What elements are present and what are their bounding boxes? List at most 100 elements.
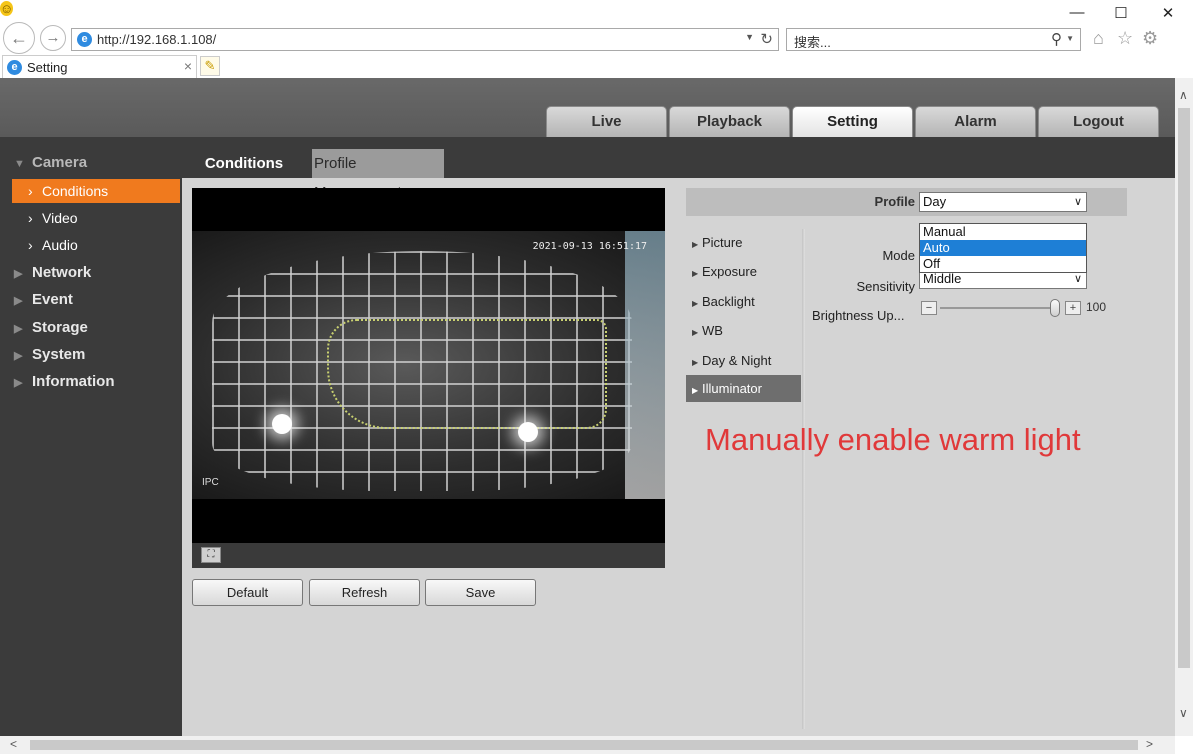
sidebar-item-event[interactable]: ▶ Event bbox=[14, 291, 73, 308]
sidebar-item-label: Conditions bbox=[42, 183, 109, 199]
mode-option-auto[interactable]: Auto bbox=[920, 240, 1086, 256]
scrollbar-thumb[interactable] bbox=[30, 740, 1138, 750]
default-button[interactable]: Default bbox=[192, 579, 303, 606]
gear-icon[interactable]: ⚙ bbox=[1142, 28, 1158, 49]
mode-option-off[interactable]: Off bbox=[920, 256, 1086, 272]
sidebar-item-label: Information bbox=[32, 373, 115, 390]
nav-wb[interactable]: ▶ WB bbox=[686, 317, 801, 344]
chevron-right-icon[interactable]: > bbox=[1146, 737, 1153, 751]
nav-label: Backlight bbox=[702, 294, 755, 309]
browser-toolbar: ← → e http://192.168.1.108/ ▼ ↻ 搜索... ⚲ … bbox=[0, 0, 1193, 78]
sidebar-item-camera[interactable]: ▼ Camera bbox=[14, 154, 87, 171]
tab-profile-management[interactable]: Profile Management bbox=[312, 149, 444, 201]
horizontal-scrollbar[interactable]: < > bbox=[0, 736, 1175, 754]
nav-day-night[interactable]: ▶ Day & Night bbox=[686, 347, 801, 374]
chevron-up-icon[interactable]: ∧ bbox=[1179, 88, 1188, 102]
nav-backlight[interactable]: ▶ Backlight bbox=[686, 288, 801, 315]
lamp bbox=[272, 414, 292, 434]
sensitivity-value: Middle bbox=[923, 271, 962, 286]
nav-picture[interactable]: ▶ Picture bbox=[686, 229, 801, 256]
nav-label: WB bbox=[702, 323, 723, 338]
fullscreen-icon[interactable]: ⛶ bbox=[201, 547, 221, 563]
sidebar: ▼ Camera › Conditions › Video › Audio ▶ Netwo… bbox=[0, 137, 182, 736]
close-icon[interactable]: ✕ bbox=[1158, 4, 1178, 22]
refresh-icon[interactable]: ↻ bbox=[760, 30, 773, 48]
caret-right-icon: ▶ bbox=[692, 299, 699, 308]
search-placeholder: 搜索... bbox=[794, 35, 831, 50]
sidebar-item-audio[interactable]: › Audio bbox=[12, 233, 180, 257]
forward-arrow-icon[interactable]: → bbox=[40, 25, 66, 51]
brightness-slider-track[interactable] bbox=[940, 307, 1060, 309]
caret-right-icon: ▶ bbox=[14, 323, 23, 335]
refresh-button[interactable]: Refresh bbox=[309, 579, 420, 606]
sidebar-item-label: Storage bbox=[32, 319, 88, 336]
maximize-icon[interactable]: ☐ bbox=[1111, 4, 1131, 22]
sidebar-item-information[interactable]: ▶ Information bbox=[14, 373, 115, 390]
tab-logout[interactable]: Logout bbox=[1038, 106, 1159, 137]
caret-right-icon: ▶ bbox=[692, 358, 699, 367]
url-text[interactable]: http://192.168.1.108/ bbox=[97, 32, 216, 47]
vine-decoration bbox=[327, 319, 607, 429]
ie-icon: e bbox=[7, 60, 22, 75]
profile-value: Day bbox=[923, 194, 947, 209]
vertical-scrollbar[interactable]: ∧ ∨ bbox=[1175, 78, 1193, 736]
annotation-text: Manually enable warm light bbox=[705, 422, 1081, 457]
nav-label: Exposure bbox=[702, 264, 757, 279]
save-button[interactable]: Save bbox=[425, 579, 536, 606]
smiley-icon[interactable]: ☺ bbox=[0, 1, 14, 16]
star-icon[interactable]: ☆ bbox=[1117, 28, 1133, 49]
browser-tab[interactable]: e Setting × bbox=[2, 55, 197, 78]
close-tab-icon[interactable]: × bbox=[184, 58, 192, 74]
new-tab-icon[interactable]: ✎ bbox=[200, 56, 220, 76]
chevron-down-icon[interactable]: ▼ bbox=[745, 32, 754, 42]
profile-label: Profile bbox=[874, 194, 915, 209]
camera-image: 2021-09-13 16:51:17 IPC bbox=[192, 231, 665, 499]
chevron-down-icon[interactable]: ∨ bbox=[1179, 706, 1188, 720]
home-icon[interactable]: ⌂ bbox=[1093, 28, 1104, 49]
content-panel: Conditions Profile Management 2021-09-13… bbox=[182, 149, 1175, 736]
chevron-down-icon[interactable]: ▼ bbox=[1066, 34, 1074, 43]
tab-title: Setting bbox=[27, 60, 68, 75]
tab-setting[interactable]: Setting bbox=[792, 106, 913, 137]
sidebar-item-label: Audio bbox=[42, 237, 78, 253]
scrollbar-thumb[interactable] bbox=[1178, 108, 1190, 668]
mode-dropdown-list[interactable]: Manual Auto Off bbox=[919, 223, 1087, 273]
search-icon[interactable]: ⚲ bbox=[1051, 30, 1062, 48]
caret-right-icon: ▶ bbox=[14, 268, 23, 280]
minimize-icon[interactable]: — bbox=[1067, 4, 1087, 21]
chevron-left-icon[interactable]: < bbox=[10, 737, 17, 751]
back-arrow-icon[interactable]: ← bbox=[3, 22, 35, 54]
caret-right-icon: ▶ bbox=[692, 328, 699, 337]
chevron-down-icon: ∨ bbox=[1073, 196, 1082, 208]
profile-select[interactable]: Day ∨ bbox=[919, 192, 1087, 212]
plus-icon[interactable]: + bbox=[1065, 301, 1081, 315]
nav-exposure[interactable]: ▶ Exposure bbox=[686, 258, 801, 285]
header-band: Live Playback Setting Alarm Logout bbox=[0, 78, 1175, 137]
tab-playback[interactable]: Playback bbox=[669, 106, 790, 137]
nav-illuminator[interactable]: ▶ Illuminator bbox=[686, 375, 801, 402]
brightness-slider-thumb[interactable] bbox=[1050, 299, 1060, 317]
minus-icon[interactable]: − bbox=[921, 301, 937, 315]
tab-alarm[interactable]: Alarm bbox=[915, 106, 1036, 137]
caret-right-icon: ▶ bbox=[14, 295, 23, 307]
nav-label: Picture bbox=[702, 235, 743, 250]
sidebar-item-label: Camera bbox=[32, 154, 88, 171]
sidebar-item-network[interactable]: ▶ Network bbox=[14, 264, 91, 281]
caret-down-icon: ▼ bbox=[14, 158, 25, 170]
ie-icon: e bbox=[77, 32, 92, 47]
nav-label: Illuminator bbox=[702, 381, 762, 396]
osd-channel: IPC bbox=[202, 477, 219, 488]
sidebar-item-storage[interactable]: ▶ Storage bbox=[14, 319, 88, 336]
sidebar-item-video[interactable]: › Video bbox=[12, 206, 180, 230]
tab-conditions[interactable]: Conditions bbox=[182, 149, 306, 178]
chevron-right-icon: › bbox=[28, 183, 33, 199]
mode-option-manual[interactable]: Manual bbox=[920, 224, 1086, 240]
search-input[interactable]: 搜索... ⚲ ▼ bbox=[786, 28, 1081, 51]
sidebar-item-system[interactable]: ▶ System bbox=[14, 346, 85, 363]
tab-live[interactable]: Live bbox=[546, 106, 667, 137]
sidebar-item-conditions[interactable]: › Conditions bbox=[12, 179, 180, 203]
osd-timestamp: 2021-09-13 16:51:17 bbox=[532, 241, 647, 252]
address-bar[interactable]: e http://192.168.1.108/ ▼ ↻ bbox=[71, 28, 779, 51]
lamp bbox=[518, 422, 538, 442]
web-page: Live Playback Setting Alarm Logout ▼ Came… bbox=[0, 78, 1175, 736]
